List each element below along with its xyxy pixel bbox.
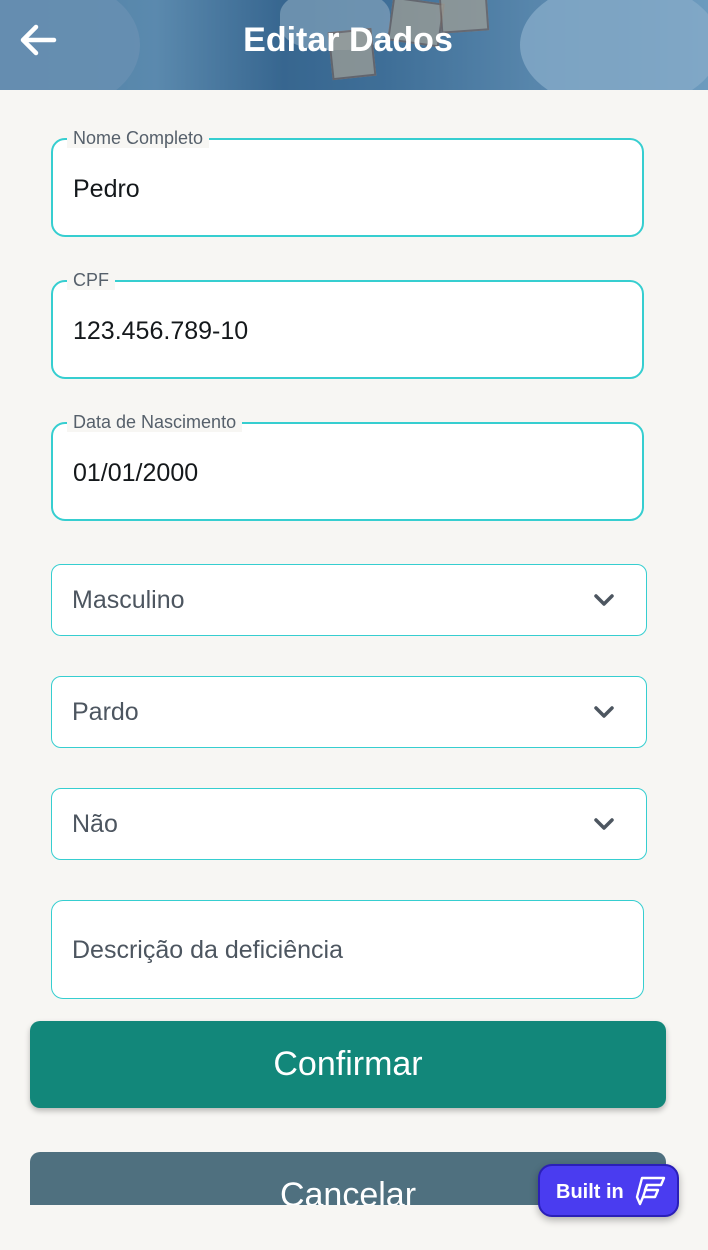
built-in-label: Built in — [556, 1181, 624, 1203]
gender-selected-value: Masculino — [72, 586, 185, 614]
birth-date-field[interactable]: Data de Nascimento 01/01/2000 — [51, 412, 644, 521]
cpf-label: CPF — [67, 270, 115, 290]
disability-selected-value: Não — [72, 810, 118, 838]
cpf-field[interactable]: CPF 123.456.789-10 — [51, 270, 644, 379]
cpf-value[interactable]: 123.456.789-10 — [73, 316, 248, 346]
chevron-down-icon — [594, 706, 614, 718]
full-name-value[interactable]: Pedro — [73, 174, 140, 204]
header-banner: Editar Dados — [0, 0, 708, 90]
page-title: Editar Dados — [243, 21, 453, 59]
chevron-down-icon — [594, 594, 614, 606]
confirm-button[interactable]: Confirmar — [30, 1021, 666, 1108]
gender-select[interactable]: Masculino — [51, 564, 647, 636]
built-in-badge[interactable]: Built in — [538, 1164, 679, 1217]
full-name-label: Nome Completo — [67, 128, 210, 148]
birth-date-value[interactable]: 01/01/2000 — [73, 458, 198, 488]
chevron-down-icon — [594, 818, 614, 830]
full-name-field[interactable]: Nome Completo Pedro — [51, 128, 644, 237]
flutterflow-logo-icon — [635, 1176, 666, 1206]
disability-description-input[interactable]: Descrição da deficiência — [51, 900, 644, 999]
race-select[interactable]: Pardo — [51, 676, 647, 748]
disability-description-placeholder: Descrição da deficiência — [72, 936, 343, 964]
race-selected-value: Pardo — [72, 698, 139, 726]
disability-select[interactable]: Não — [51, 788, 647, 860]
birth-date-label: Data de Nascimento — [67, 412, 243, 432]
